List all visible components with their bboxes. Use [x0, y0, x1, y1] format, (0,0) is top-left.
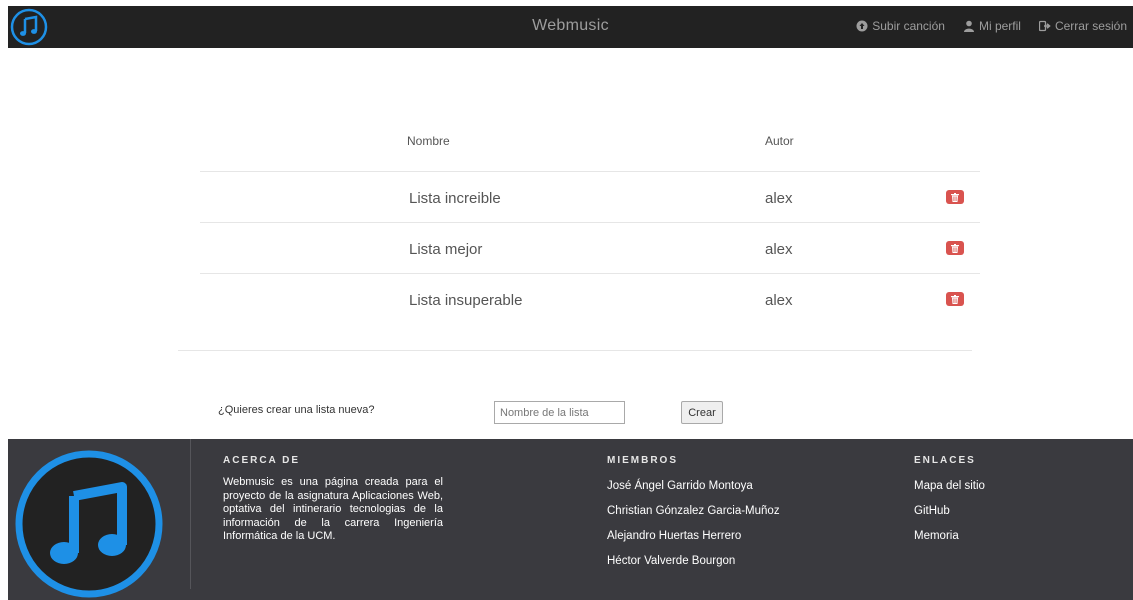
- member-name: Héctor Valverde Bourgon: [607, 555, 736, 567]
- delete-playlist-button[interactable]: [946, 241, 964, 255]
- about-text: Webmusic es una página creada para el pr…: [223, 476, 443, 542]
- navbar: Webmusic Subir canción Mi perfil Cerrar …: [8, 6, 1133, 48]
- column-header-name: Nombre: [407, 134, 450, 148]
- my-profile-label: Mi perfil: [978, 19, 1021, 33]
- table-row: Lista insuperable alex: [200, 274, 980, 325]
- table-row: Lista mejor alex: [200, 223, 980, 274]
- logout-icon: [1038, 20, 1051, 32]
- footer: ACERCA DE Webmusic es una página creada …: [8, 439, 1133, 600]
- playlist-name[interactable]: Lista mejor: [409, 241, 482, 258]
- logout-link[interactable]: Cerrar sesión: [1038, 19, 1127, 33]
- trash-icon: [951, 294, 959, 304]
- about-heading: ACERCA DE: [223, 455, 301, 466]
- links-heading: ENLACES: [914, 455, 976, 466]
- playlist-name[interactable]: Lista increible: [409, 190, 501, 207]
- nav-links: Subir canción Mi perfil Cerrar sesión: [856, 19, 1127, 33]
- trash-icon: [951, 192, 959, 202]
- table-divider: [178, 350, 972, 351]
- playlist-table: Nombre Autor Lista increible alex Lista …: [200, 120, 980, 325]
- member-name: José Ángel Garrido Montoya: [607, 480, 753, 492]
- memoria-link[interactable]: Memoria: [914, 530, 985, 555]
- members-list: José Ángel Garrido Montoya Christian Gón…: [607, 480, 780, 580]
- playlist-author: alex: [765, 292, 793, 309]
- member-name: Alejandro Huertas Herrero: [607, 530, 742, 542]
- playlist-name[interactable]: Lista insuperable: [409, 292, 522, 309]
- sitemap-link[interactable]: Mapa del sitio: [914, 480, 985, 505]
- playlist-author: alex: [765, 190, 793, 207]
- upload-icon: [856, 20, 868, 32]
- members-heading: MIEMBROS: [607, 455, 678, 466]
- upload-song-label: Subir canción: [872, 19, 945, 33]
- create-list-prompt: ¿Quieres crear una lista nueva?: [218, 404, 375, 416]
- delete-playlist-button[interactable]: [946, 190, 964, 204]
- footer-divider: [190, 439, 191, 589]
- github-link[interactable]: GitHub: [914, 505, 985, 530]
- member-name: Christian Gónzalez Garcia-Muñoz: [607, 505, 780, 517]
- playlist-author: alex: [765, 241, 793, 258]
- table-row: Lista increible alex: [200, 172, 980, 223]
- column-header-author: Autor: [765, 134, 794, 148]
- upload-song-link[interactable]: Subir canción: [856, 19, 945, 33]
- create-list-button[interactable]: Crear: [681, 401, 723, 424]
- delete-playlist-button[interactable]: [946, 292, 964, 306]
- music-note-icon: [15, 450, 163, 598]
- list-name-input[interactable]: [494, 401, 625, 424]
- trash-icon: [951, 243, 959, 253]
- user-icon: [963, 20, 974, 32]
- footer-links-list: Mapa del sitio GitHub Memoria: [914, 480, 985, 555]
- my-profile-link[interactable]: Mi perfil: [963, 19, 1021, 33]
- logout-label: Cerrar sesión: [1054, 19, 1127, 33]
- table-header: Nombre Autor: [200, 120, 980, 172]
